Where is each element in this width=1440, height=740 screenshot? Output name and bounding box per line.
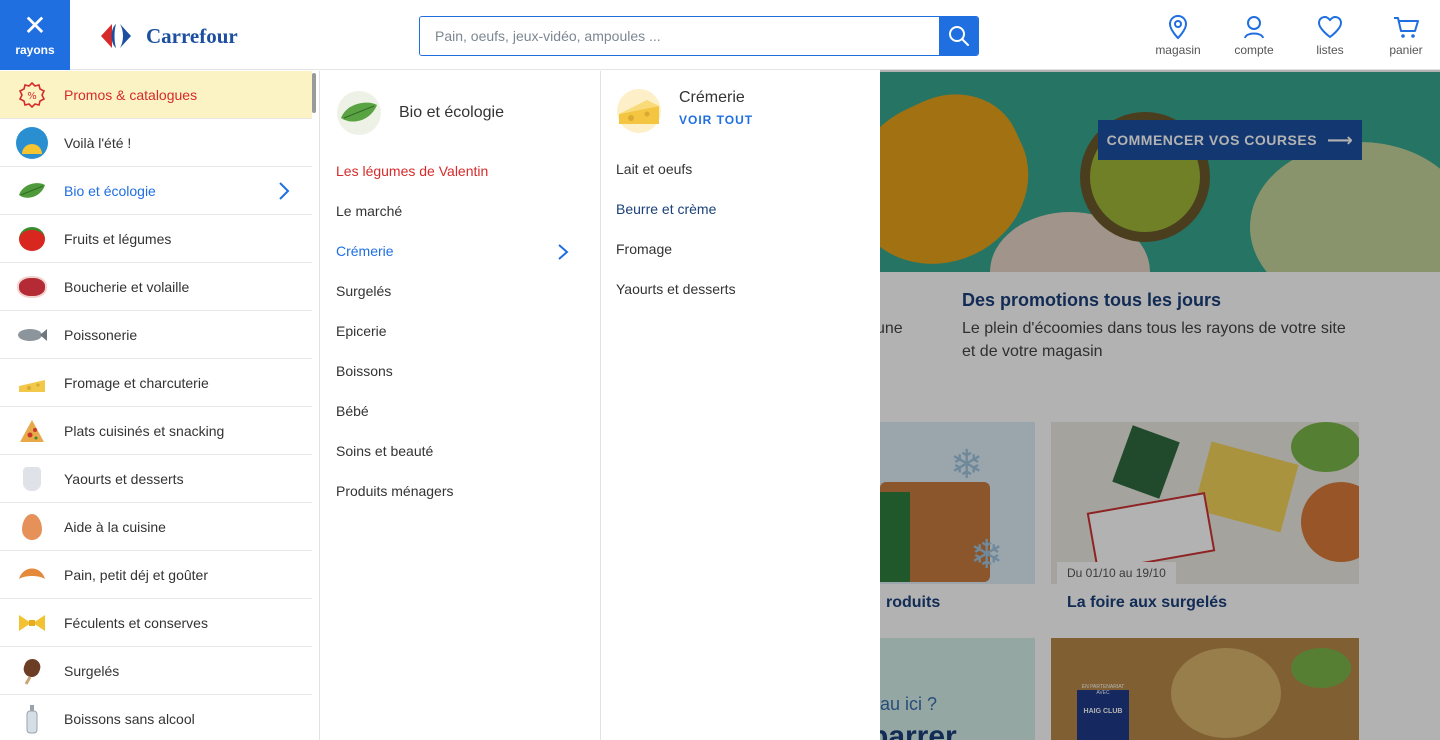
submenu-item[interactable]: Boissons	[321, 351, 591, 391]
subsubmenu-item[interactable]: Yaourts et desserts	[601, 269, 861, 309]
location-pin-icon	[1168, 14, 1188, 40]
menu-item-surgeles[interactable]: Surgelés	[0, 647, 312, 695]
menu-item-boissons-sans-alcool[interactable]: Boissons sans alcool	[0, 695, 312, 740]
chevron-right-icon	[279, 182, 290, 200]
panier-button[interactable]: panier	[1368, 14, 1440, 57]
menu-item-plats-cuisines[interactable]: Plats cuisinés et snacking	[0, 407, 312, 455]
header: ✕ rayons Carrefour magasin	[0, 0, 1440, 70]
menu-item-label: Yaourts et desserts	[64, 470, 184, 487]
listes-label: listes	[1316, 43, 1344, 57]
menu-item-bio[interactable]: Bio et écologie	[0, 167, 312, 215]
menu-item-label: Promos & catalogues	[64, 86, 198, 103]
header-actions: magasin compte listes panier	[1140, 14, 1440, 57]
submenu-item[interactable]: Produits ménagers	[321, 471, 591, 511]
rayons-close-button[interactable]: ✕ rayons	[0, 0, 70, 70]
search-bar	[419, 16, 979, 56]
heart-icon	[1317, 15, 1343, 39]
menu-item-label: Fruits et légumes	[64, 230, 172, 247]
rayons-menu-level3: Crémerie VOIR TOUT Lait et oeufs Beurre …	[601, 71, 880, 740]
submenu-item[interactable]: Surgelés	[321, 271, 591, 311]
croissant-icon	[16, 559, 48, 591]
menu-item-label: Pain, petit déj et goûter	[64, 566, 208, 583]
level3-title: Crémerie	[679, 89, 745, 106]
leaf-icon	[16, 175, 48, 207]
menu-item-label: Fromage et charcuterie	[64, 374, 209, 391]
menu-item-label: Bio et écologie	[64, 182, 156, 199]
tomato-icon	[16, 223, 48, 255]
menu-item-label: Aide à la cuisine	[64, 518, 166, 535]
compte-button[interactable]: compte	[1216, 14, 1292, 57]
search-button[interactable]	[939, 17, 978, 55]
carrefour-logo[interactable]: Carrefour	[100, 23, 238, 49]
menu-scrollbar[interactable]	[312, 73, 316, 113]
chevron-right-icon	[558, 244, 569, 260]
menu-item-boucherie[interactable]: Boucherie et volaille	[0, 263, 312, 311]
pasta-icon	[16, 607, 48, 639]
egg-icon	[16, 511, 48, 543]
submenu-item[interactable]: Le marché	[321, 191, 591, 231]
search-input[interactable]	[420, 17, 939, 55]
menu-item-pain-petit-dej[interactable]: Pain, petit déj et goûter	[0, 551, 312, 599]
menu-item-label: Plats cuisinés et snacking	[64, 422, 225, 439]
rayons-label: rayons	[15, 43, 55, 57]
svg-text:%: %	[27, 91, 37, 102]
pizza-icon	[16, 415, 48, 447]
subsubmenu-item[interactable]: Beurre et crème	[601, 189, 861, 229]
close-icon: ✕	[23, 9, 47, 42]
carrefour-logo-icon	[101, 24, 131, 48]
menu-item-summer[interactable]: Voilà l'été !	[0, 119, 312, 167]
submenu-item[interactable]: Epicerie	[321, 311, 591, 351]
subsubmenu-item[interactable]: Lait et oeufs	[601, 149, 861, 189]
ice-cream-icon	[16, 655, 48, 687]
compte-label: compte	[1234, 43, 1274, 57]
menu-item-fromage-charcuterie[interactable]: Fromage et charcuterie	[0, 359, 312, 407]
menu-item-label: Féculents et conserves	[64, 614, 208, 631]
magasin-label: magasin	[1155, 43, 1201, 57]
carrefour-logo-text: Carrefour	[146, 23, 238, 48]
menu-item-feculents[interactable]: Féculents et conserves	[0, 599, 312, 647]
submenu-item[interactable]: Bébé	[321, 391, 591, 431]
panier-label: panier	[1389, 43, 1423, 57]
search-icon	[948, 26, 969, 46]
rayons-menu-level1: % Promos & catalogues Voilà l'été ! Bio …	[0, 71, 320, 740]
menu-item-promos[interactable]: % Promos & catalogues	[0, 71, 312, 119]
summer-icon	[16, 126, 48, 159]
percent-badge-icon: %	[16, 79, 48, 111]
subsubmenu-item[interactable]: Fromage	[601, 229, 861, 269]
meat-icon	[16, 271, 48, 303]
level3-header: Crémerie VOIR TOUT	[601, 71, 880, 149]
submenu-item-cremerie[interactable]: Crémerie	[321, 231, 591, 271]
submenu-item[interactable]: Soins et beauté	[321, 431, 591, 471]
menu-item-label: Surgelés	[64, 662, 120, 679]
menu-item-fruits-legumes[interactable]: Fruits et légumes	[0, 215, 312, 263]
menu-item-aide-cuisine[interactable]: Aide à la cuisine	[0, 503, 312, 551]
level2-header: Bio et écologie	[321, 71, 600, 151]
rayons-menu-level2: Bio et écologie Les légumes de Valentin …	[321, 71, 601, 740]
fish-icon	[16, 319, 48, 351]
see-all-link[interactable]: VOIR TOUT	[679, 113, 753, 127]
cart-icon	[1394, 17, 1419, 38]
menu-item-label: Boucherie et volaille	[64, 278, 190, 295]
menu-item-label: Voilà l'été !	[64, 134, 132, 151]
submenu-item-label: Crémerie	[336, 243, 394, 259]
cheese-icon	[16, 367, 48, 399]
page-dim-overlay[interactable]	[880, 70, 1440, 740]
leaf-icon	[337, 91, 381, 135]
menu-item-label: Poissonerie	[64, 326, 138, 343]
magasin-button[interactable]: magasin	[1140, 14, 1216, 57]
bottle-icon	[16, 703, 48, 735]
submenu-item[interactable]: Les légumes de Valentin	[321, 151, 591, 191]
user-icon	[1244, 16, 1264, 39]
listes-button[interactable]: listes	[1292, 14, 1368, 57]
level2-title: Bio et écologie	[399, 104, 504, 121]
menu-item-yaourts[interactable]: Yaourts et desserts	[0, 455, 312, 503]
menu-item-label: Boissons sans alcool	[64, 710, 195, 727]
cheese-icon	[617, 89, 661, 133]
yogurt-icon	[16, 463, 48, 495]
menu-item-poissonerie[interactable]: Poissonerie	[0, 311, 312, 359]
